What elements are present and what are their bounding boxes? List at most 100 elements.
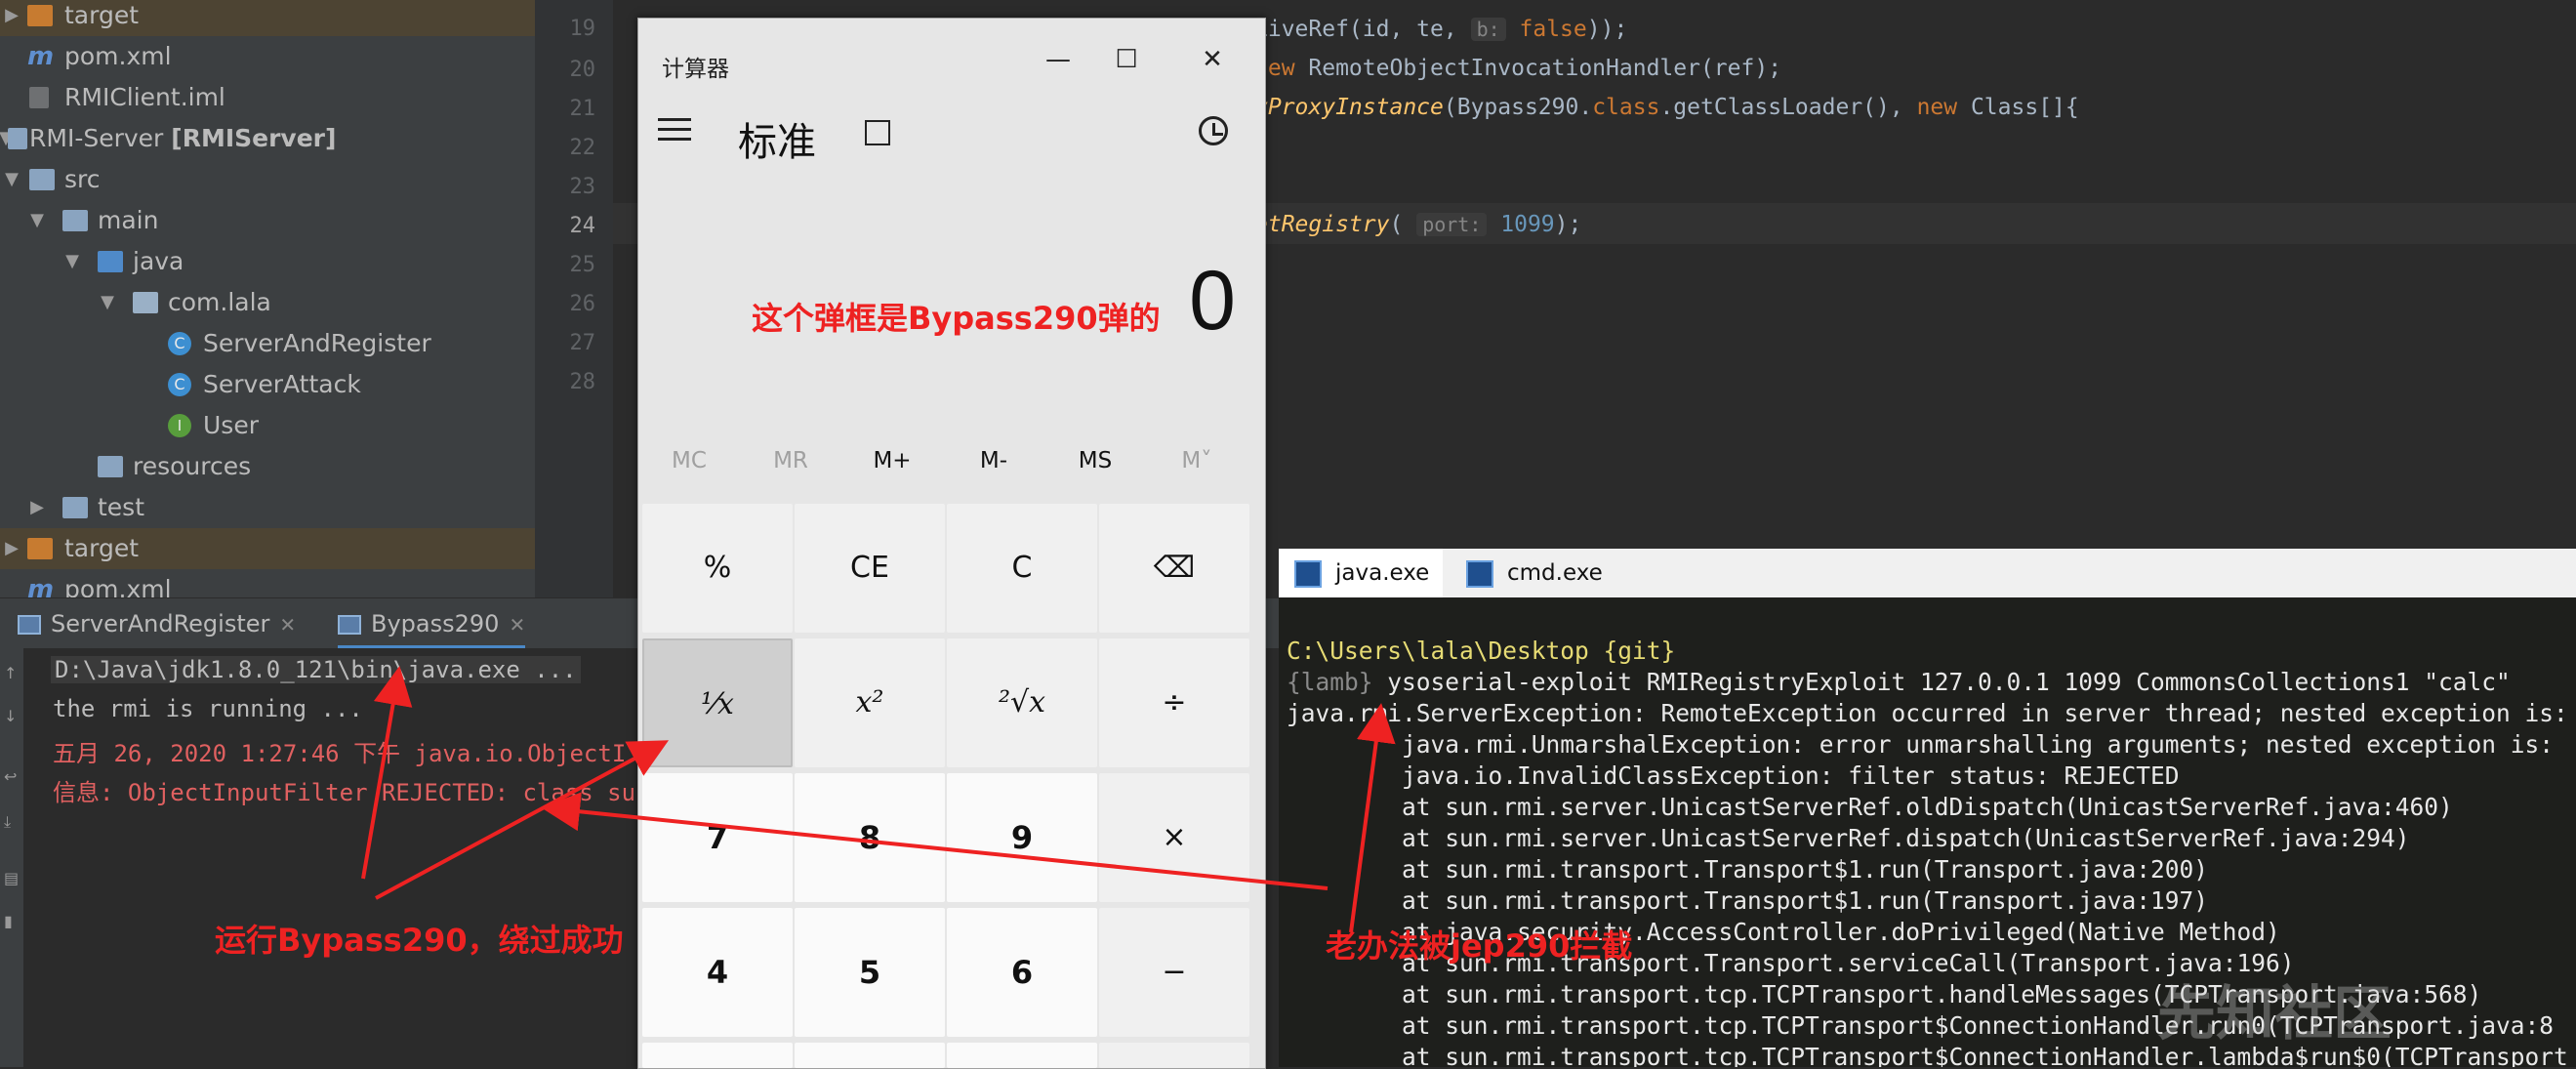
tree-item-target[interactable]: ▶ target — [0, 528, 535, 569]
add-button[interactable] — [1099, 1043, 1249, 1068]
divide-button[interactable]: ÷ — [1099, 638, 1249, 767]
tree-item-main[interactable]: ▼ main — [0, 200, 535, 241]
digit-5-button[interactable]: 5 — [795, 908, 945, 1037]
terminal-tab-cmd[interactable]: cmd.exe — [1451, 549, 1618, 597]
trash-icon[interactable]: ▮ — [4, 912, 20, 930]
terminal-line: at sun.rmi.server.UnicastServerRef.dispa… — [1287, 824, 2410, 852]
annotation-calc-popup: 这个弹框是Bypass290弹的 — [752, 300, 1161, 337]
code-line-21: yProxyInstance(Bypass290.class.getClassL… — [1254, 95, 2079, 120]
terminal-line: java.rmi.UnmarshalException: error unmar… — [1287, 730, 2555, 759]
line-number: 27 — [569, 331, 596, 355]
folder-icon — [29, 169, 55, 190]
digit-1-button[interactable] — [642, 1043, 793, 1068]
console-line: 五月 26, 2020 1:27:46 下午 java.io.ObjectI — [53, 740, 627, 767]
tree-item-iml[interactable]: RMIClient.iml — [0, 77, 535, 118]
terminal-line: at sun.rmi.transport.Transport$1.run(Tra… — [1287, 855, 2209, 884]
tree-item-src[interactable]: ▼ src — [0, 159, 535, 200]
run-tab-server-and-register[interactable]: ServerAndRegister ✕ — [18, 598, 296, 649]
digit-4-button[interactable]: 4 — [642, 908, 793, 1037]
terminal-line: C:\Users\lala\Desktop {git} — [1287, 637, 1676, 665]
project-tree: ▶ target m pom.xml RMIClient.iml ▼ RMI-S… — [0, 0, 535, 597]
arrow-up-icon[interactable]: ↑ — [4, 664, 20, 682]
line-number: 26 — [569, 292, 596, 316]
tree-item-pom[interactable]: m pom.xml — [0, 36, 535, 77]
line-number-current: 24 — [569, 214, 596, 238]
digit-3-button[interactable] — [947, 1043, 1097, 1068]
arrow-down-icon[interactable]: ↓ — [4, 707, 20, 725]
terminal-line: at sun.rmi.server.UnicastServerRef.oldDi… — [1287, 793, 2453, 821]
package-icon — [133, 292, 158, 313]
tree-item-user[interactable]: I User — [0, 405, 535, 446]
scroll-end-icon[interactable]: ⤓ — [4, 812, 20, 831]
maximize-button[interactable]: ☐ — [1105, 38, 1148, 81]
line-number: 23 — [569, 175, 596, 199]
tree-item-test[interactable]: ▶ test — [0, 487, 535, 528]
calculator-mode: 标准 — [738, 120, 816, 165]
memory-list-button[interactable]: M˅ — [1146, 448, 1247, 473]
line-number: 28 — [569, 370, 596, 394]
tree-item-resources[interactable]: resources — [0, 446, 535, 487]
digit-7-button[interactable]: 7 — [642, 773, 793, 902]
run-side-toolbar: ↑ ↓ ↩ ⤓ ▤ ▮ — [0, 648, 23, 1067]
maven-icon: m — [27, 42, 55, 71]
minimize-button[interactable]: — — [1037, 38, 1080, 81]
terminal-tabs: java.exe cmd.exe — [1279, 549, 2576, 597]
code-line-19: LiveRef(id, te, b: false)); — [1254, 17, 1628, 42]
percent-button[interactable]: % — [642, 504, 793, 633]
window-title: 计算器 — [662, 57, 729, 82]
folder-orange-icon — [27, 5, 53, 26]
hamburger-menu-icon[interactable] — [658, 118, 691, 144]
print-icon[interactable]: ▤ — [4, 869, 20, 887]
maven-icon: m — [27, 575, 55, 597]
multiply-button[interactable]: × — [1099, 773, 1249, 902]
folder-icon — [62, 210, 88, 231]
history-icon[interactable] — [1199, 116, 1228, 145]
terminal-tab-java[interactable]: java.exe — [1279, 549, 1444, 597]
close-icon[interactable]: ✕ — [509, 613, 525, 637]
wrap-icon[interactable]: ↩ — [4, 767, 20, 786]
console-line: 信息: ObjectInputFilter REJECTED: class su — [53, 779, 636, 806]
clear-button[interactable]: C — [947, 504, 1097, 633]
tree-item-server-and-register[interactable]: C ServerAndRegister — [0, 323, 535, 364]
tree-item-server-attack[interactable]: C ServerAttack — [0, 364, 535, 405]
close-button[interactable]: ✕ — [1191, 38, 1234, 81]
keep-on-top-icon[interactable] — [865, 120, 890, 145]
ms-button[interactable]: MS — [1044, 448, 1146, 473]
tree-item-package[interactable]: ▼ com.lala — [0, 282, 535, 323]
close-icon[interactable]: ✕ — [279, 613, 296, 637]
subtract-button[interactable]: − — [1099, 908, 1249, 1037]
watermark-logo: 先知社区 — [2157, 980, 2392, 1048]
run-tab-bypass290[interactable]: Bypass290 ✕ — [338, 598, 526, 649]
line-number: 20 — [569, 58, 596, 82]
tree-item-pom[interactable]: m pom.xml — [0, 569, 535, 597]
reciprocal-button[interactable]: ¹⁄x — [642, 638, 793, 767]
calculator-display: 0 — [1189, 254, 1236, 348]
mr-button[interactable]: MR — [740, 448, 841, 473]
tree-item-rmi-server[interactable]: ▼ RMI-Server [RMIServer] — [0, 118, 535, 159]
clear-entry-button[interactable]: CE — [795, 504, 945, 633]
digit-9-button[interactable]: 9 — [947, 773, 1097, 902]
mc-button[interactable]: MC — [638, 448, 740, 473]
source-folder-icon — [98, 251, 123, 272]
module-icon — [8, 128, 27, 149]
line-number: 19 — [569, 17, 596, 41]
digit-2-button[interactable] — [795, 1043, 945, 1068]
backspace-button[interactable]: ⌫ — [1099, 504, 1249, 633]
digit-6-button[interactable]: 6 — [947, 908, 1097, 1037]
iml-file-icon — [29, 87, 49, 108]
m-plus-button[interactable]: M+ — [841, 448, 943, 473]
interface-icon: I — [168, 414, 191, 437]
folder-icon — [62, 497, 88, 518]
annotation-jep290-blocked: 老办法被jep290拦截 — [1326, 927, 1633, 965]
code-line-20: new RemoteObjectInvocationHandler(ref); — [1254, 56, 1782, 81]
terminal-line: java.rmi.ServerException: RemoteExceptio… — [1287, 699, 2568, 727]
square-button[interactable]: x² — [795, 638, 945, 767]
cmd-exe-icon — [1466, 559, 1493, 588]
digit-8-button[interactable]: 8 — [795, 773, 945, 902]
tree-item-target[interactable]: ▶ target — [0, 0, 535, 36]
calculator-window: 计算器 — ☐ ✕ 标准 0 MC MR M+ M- MS M˅ % CE C … — [637, 18, 1266, 1069]
square-root-button[interactable]: ²√x — [947, 638, 1097, 767]
tree-item-java[interactable]: ▼ java — [0, 241, 535, 282]
m-minus-button[interactable]: M- — [943, 448, 1044, 473]
run-config-icon — [18, 615, 41, 635]
